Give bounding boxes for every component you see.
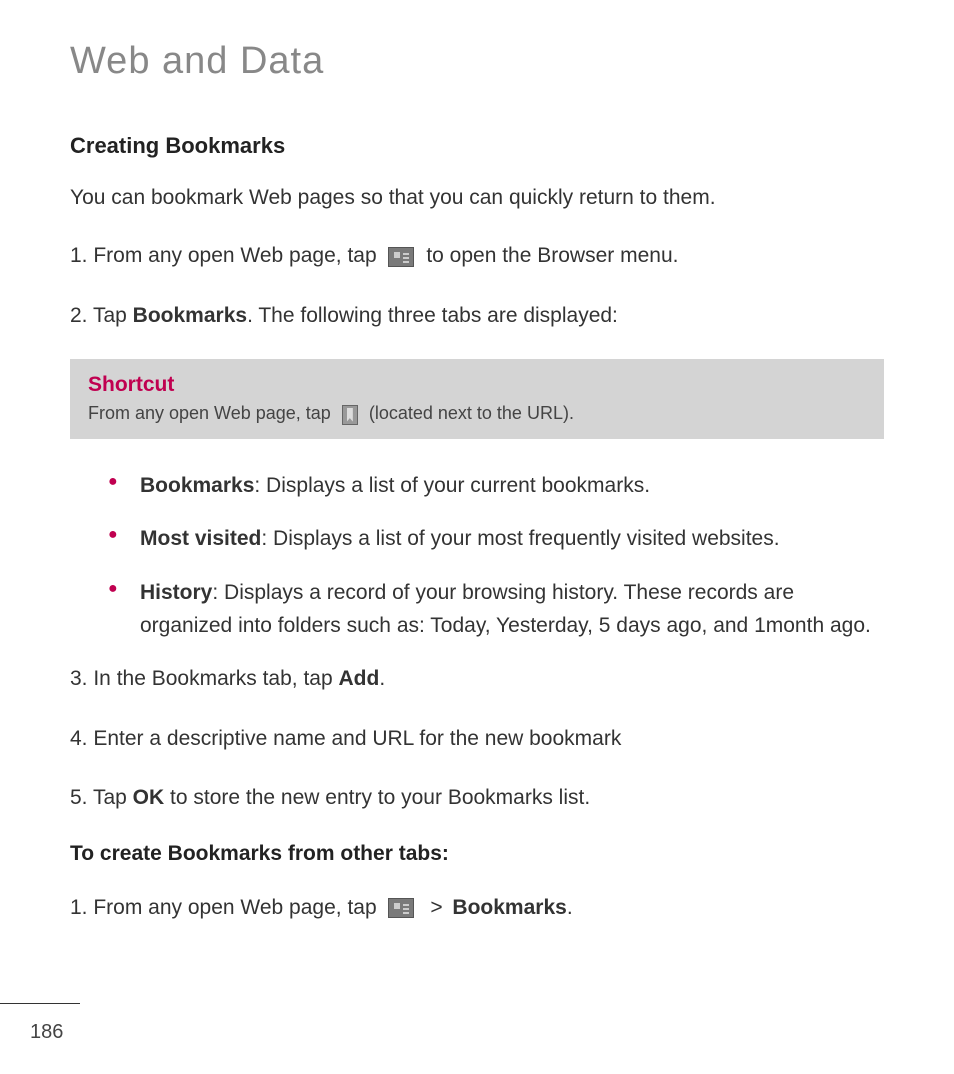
shortcut-title: Shortcut	[88, 373, 866, 397]
shortcut-pre: From any open Web page, tap	[88, 403, 336, 423]
step-4: 4. Enter a descriptive name and URL for …	[70, 723, 884, 755]
shortcut-text: From any open Web page, tap (located nex…	[88, 403, 866, 424]
step-3: 3. In the Bookmarks tab, tap Add.	[70, 663, 884, 695]
step-1: 1. From any open Web page, tap to open t…	[70, 240, 884, 272]
other-step-1: 1. From any open Web page, tap > Bookmar…	[70, 892, 884, 924]
step-5-post: to store the new entry to your Bookmarks…	[164, 786, 590, 809]
list-item: History: Displays a record of your brows…	[116, 576, 884, 643]
shortcut-post: (located next to the URL).	[369, 403, 574, 423]
menu-icon	[388, 898, 414, 918]
step-2-post: . The following three tabs are displayed…	[247, 304, 618, 327]
step-1-pre: 1. From any open Web page, tap	[70, 244, 382, 267]
step-3-post: .	[379, 667, 385, 690]
step-5-pre: 5. Tap	[70, 786, 133, 809]
bookmark-icon	[342, 405, 358, 425]
bullet-desc: : Displays a list of your most frequentl…	[261, 527, 779, 550]
list-item: Bookmarks: Displays a list of your curre…	[116, 469, 884, 503]
step-2-bold: Bookmarks	[133, 304, 247, 327]
sub-heading: To create Bookmarks from other tabs:	[70, 842, 884, 866]
step-5-bold: OK	[133, 786, 165, 809]
bullet-label: Most visited	[140, 527, 261, 550]
other-step-1-bold: Bookmarks	[452, 896, 566, 919]
page-title: Web and Data	[70, 40, 884, 83]
page-number-line	[0, 1003, 80, 1004]
page-number: 186	[30, 1021, 63, 1044]
section-heading: Creating Bookmarks	[70, 133, 884, 159]
intro-text: You can bookmark Web pages so that you c…	[70, 183, 884, 212]
list-item: Most visited: Displays a list of your mo…	[116, 522, 884, 556]
step-1-post: to open the Browser menu.	[426, 244, 678, 267]
bullet-desc: : Displays a record of your browsing his…	[140, 581, 871, 638]
step-5: 5. Tap OK to store the new entry to your…	[70, 782, 884, 814]
step-3-bold: Add	[338, 667, 379, 690]
menu-icon	[388, 247, 414, 267]
bullet-label: Bookmarks	[140, 474, 254, 497]
other-step-1-pre: 1. From any open Web page, tap	[70, 896, 382, 919]
bullet-desc: : Displays a list of your current bookma…	[254, 474, 650, 497]
step-3-pre: 3. In the Bookmarks tab, tap	[70, 667, 338, 690]
other-step-1-post: .	[567, 896, 573, 919]
bullet-label: History	[140, 581, 212, 604]
tabs-list: Bookmarks: Displays a list of your curre…	[70, 469, 884, 643]
step-2-pre: 2. Tap	[70, 304, 133, 327]
gt-separator: >	[430, 896, 448, 919]
shortcut-box: Shortcut From any open Web page, tap (lo…	[70, 359, 884, 438]
step-2: 2. Tap Bookmarks. The following three ta…	[70, 300, 884, 332]
